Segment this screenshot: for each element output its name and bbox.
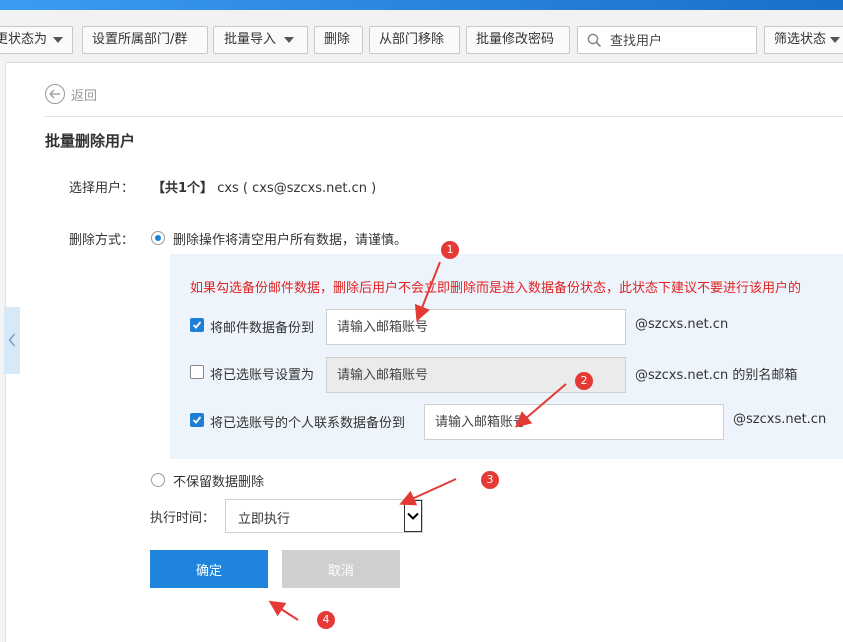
confirm-button[interactable]: 确定 [150, 550, 268, 588]
selected-user-value: cxs ( cxs@szcxs.net.cn ) [217, 181, 377, 196]
select-user-label: 选择用户： [69, 181, 135, 196]
chevron-down-icon [404, 500, 422, 532]
batch-change-password-button[interactable]: 批量修改密码 [466, 26, 570, 54]
radio-clear-data[interactable] [151, 231, 165, 245]
search-icon [587, 33, 602, 52]
back-label: 返回 [71, 88, 98, 104]
back-arrow-icon [45, 84, 65, 104]
filter-status-button[interactable]: 筛选状态 [764, 26, 843, 54]
remove-from-department-button[interactable]: 从部门移除 [369, 26, 460, 54]
set-alias-domain: @szcxs.net.cn 的别名邮箱 [635, 368, 798, 383]
collapse-sidebar-tab[interactable] [4, 307, 20, 374]
backup-contacts-label: 将已选账号的个人联系数据备份到 [210, 416, 406, 431]
change-status-button[interactable]: 更状态为 [0, 26, 73, 54]
warning-text: 如果勾选备份邮件数据，删除后用户不会立即删除而是进入数据备份状态，此状态下建议不… [190, 281, 802, 296]
batch-import-label: 批量导入 [224, 32, 277, 47]
exec-time-select[interactable]: 立即执行 [225, 499, 423, 533]
selected-user: 【共1个】 cxs ( cxs@szcxs.net.cn ) [152, 177, 376, 196]
annotation-arrow-4 [268, 600, 299, 621]
checkbox-backup-mail[interactable] [190, 318, 204, 332]
exec-time-label: 执行时间： [150, 511, 216, 526]
set-department-button[interactable]: 设置所属部门/群 [82, 26, 208, 54]
filter-status-label: 筛选状态 [774, 32, 827, 47]
divider [45, 116, 843, 117]
change-status-label: 更状态为 [0, 32, 48, 47]
radio-no-keep[interactable] [151, 473, 165, 487]
checkbox-backup-contacts[interactable] [190, 413, 204, 427]
annotation-badge-4: 4 [317, 611, 335, 629]
chevron-down-icon [830, 36, 841, 43]
backup-mail-label: 将邮件数据备份到 [210, 321, 315, 336]
delete-method-label: 删除方式： [69, 233, 135, 248]
check-icon [192, 416, 202, 424]
chevron-down-icon [284, 36, 295, 43]
backup-mail-input[interactable] [326, 309, 626, 345]
delete-button[interactable]: 删除 [314, 26, 363, 54]
delete-label: 删除 [324, 32, 351, 47]
batch-change-password-label: 批量修改密码 [476, 32, 555, 47]
search-input[interactable] [608, 30, 752, 52]
set-department-label: 设置所属部门/群 [92, 32, 188, 47]
exec-time-value: 立即执行 [238, 512, 291, 527]
toolbar: 更状态为 设置所属部门/群 批量导入 删除 从部门移除 批量修改密码 筛选状态 [0, 10, 843, 63]
check-icon [192, 321, 202, 329]
cancel-button[interactable]: 取消 [282, 550, 400, 588]
batch-import-button[interactable]: 批量导入 [213, 26, 308, 54]
set-alias-label: 将已选账号设置为 [210, 368, 315, 383]
checkbox-set-alias[interactable] [190, 365, 204, 379]
back-link[interactable]: 返回 [45, 84, 97, 104]
backup-contacts-input[interactable] [424, 404, 724, 440]
search-box[interactable] [577, 26, 757, 54]
chevron-down-icon [53, 36, 64, 43]
annotation-badge-2: 2 [575, 372, 593, 390]
radio-clear-data-label: 删除操作将清空用户所有数据，请谨慎。 [173, 233, 408, 248]
remove-from-department-label: 从部门移除 [379, 32, 445, 47]
page-title: 批量删除用户 [45, 132, 136, 150]
window-top-strip [0, 0, 843, 10]
backup-mail-domain: @szcxs.net.cn [635, 317, 729, 332]
annotation-badge-3: 3 [481, 471, 499, 489]
backup-contacts-domain: @szcxs.net.cn [733, 412, 827, 427]
annotation-badge-1: 1 [441, 241, 459, 259]
radio-no-keep-label: 不保留数据删除 [173, 475, 265, 490]
chevron-left-icon [8, 333, 16, 347]
selected-count: 【共1个】 [152, 181, 214, 196]
